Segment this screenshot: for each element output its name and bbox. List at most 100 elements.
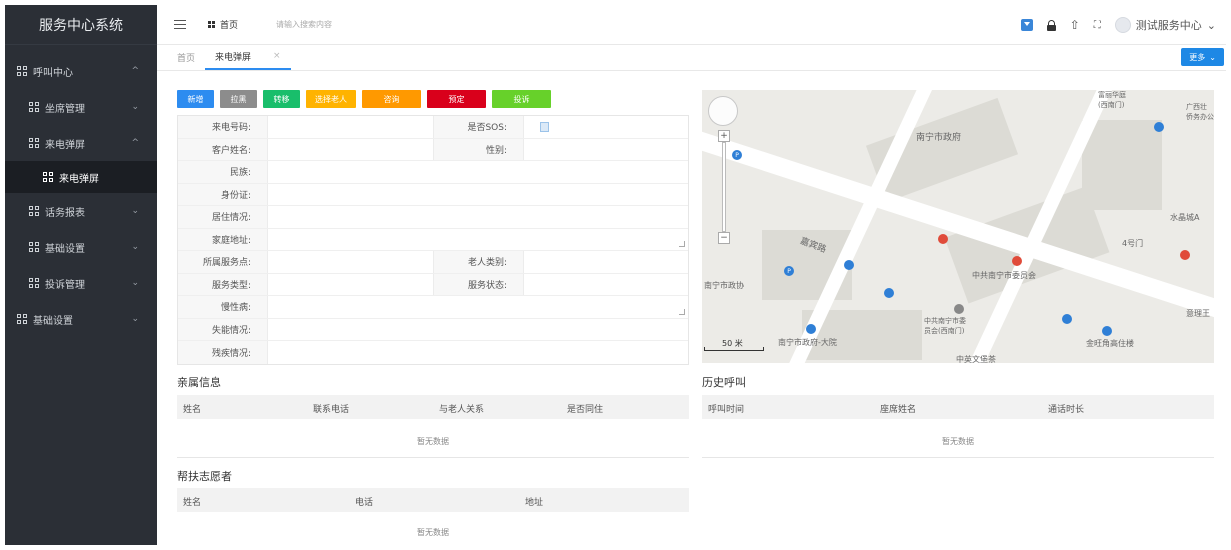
chevron-down-icon: ⌄ (131, 102, 139, 112)
consult-button[interactable]: 咨询 (362, 90, 421, 108)
id-card-label: 身份证: (178, 183, 268, 205)
user-name: 测试服务中心 (1135, 19, 1202, 32)
zoom-out-icon[interactable]: − (718, 232, 730, 244)
ethnicity-field[interactable] (268, 161, 688, 183)
relatives-title: 亲属信息 (177, 376, 221, 389)
sidebar-item-basic-settings-top[interactable]: 基础设置 ⌄ (5, 301, 157, 337)
poi-marker-icon[interactable] (954, 304, 964, 314)
add-button[interactable]: 新增 (177, 90, 214, 108)
parking-icon[interactable]: P (732, 150, 742, 160)
map-label: 富丽华庭 (西南门) (1098, 91, 1126, 109)
complaint-button[interactable]: 投诉 (492, 90, 551, 108)
blacklist-button[interactable]: 拉黑 (220, 90, 257, 108)
service-point-field[interactable] (268, 251, 434, 273)
volunteers-title: 帮扶志愿者 (177, 470, 232, 483)
bus-icon[interactable] (1154, 122, 1164, 132)
handicap-field[interactable] (268, 341, 688, 364)
bus-icon[interactable] (844, 260, 854, 270)
map-label: 水晶城A (1170, 213, 1200, 222)
sidebar-item-seat-management[interactable]: 坐席管理 ⌄ (5, 89, 157, 125)
form-row: 家庭地址: (178, 228, 688, 251)
grid-icon (17, 66, 27, 76)
grid-icon (208, 21, 215, 28)
sos-field[interactable] (524, 116, 688, 138)
transfer-button[interactable]: 转移 (263, 90, 300, 108)
chevron-down-icon: ⌄ (131, 206, 139, 216)
user-menu[interactable]: 测试服务中心 ⌄ (1114, 17, 1216, 33)
parking-icon[interactable]: P (784, 266, 794, 276)
map-view[interactable]: + − 南宁市政府 南宁市政协 嘉宾路 中共南宁市委员会 中共南宁市委 员会(西… (702, 90, 1214, 363)
select-elder-button[interactable]: 选择老人 (306, 90, 356, 108)
divider (177, 457, 689, 458)
action-toolbar: 新增 拉黑 转移 选择老人 咨询 预定 投诉 (177, 90, 551, 108)
tab-home[interactable]: 首页 (167, 44, 205, 70)
residence-field[interactable] (268, 206, 688, 228)
chevron-up-icon: ^ (131, 138, 139, 148)
sidebar-item-complaint-management[interactable]: 投诉管理 ⌄ (5, 265, 157, 301)
map-label: 中共南宁市委 员会(西南门) (924, 317, 966, 335)
map-label: 金旺角高住楼 (1086, 339, 1134, 348)
sidebar-item-basic-settings[interactable]: 基础设置 ⌄ (5, 229, 157, 265)
page-tabs: 首页 来电弹屏 × 更多 ⌄ (157, 45, 1226, 71)
document-icon[interactable] (540, 122, 549, 132)
service-status-field[interactable] (524, 274, 688, 296)
sidebar-item-label: 基础设置 (33, 315, 73, 327)
resize-handle-icon[interactable] (679, 308, 685, 315)
sos-label: 是否SOS: (434, 116, 524, 138)
chevron-down-icon: ⌄ (1209, 52, 1216, 62)
column-header: 联系电话 (313, 405, 350, 415)
sidebar-item-incoming-popup-page[interactable]: 来电弹屏 (5, 161, 157, 193)
disability-field[interactable] (268, 319, 688, 341)
avatar (1114, 17, 1131, 33)
sidebar-item-incoming-popup[interactable]: 来电弹屏 ^ (5, 125, 157, 161)
poi-marker-icon[interactable] (1180, 250, 1190, 260)
column-header: 电话 (355, 498, 374, 508)
volunteers-table-header: 姓名 电话 地址 (177, 488, 689, 512)
bus-icon[interactable] (1062, 314, 1072, 324)
search-input[interactable]: 请输入搜索内容 (276, 19, 332, 30)
lock-icon[interactable] (1046, 19, 1056, 31)
tab-incoming-popup[interactable]: 来电弹屏 × (205, 44, 291, 70)
breadcrumb-home-label: 首页 (220, 21, 239, 31)
fullscreen-icon[interactable]: ⛶ (1094, 20, 1101, 31)
chevron-down-icon: ⌄ (1206, 18, 1216, 32)
history-title: 历史呼叫 (702, 376, 746, 389)
sidebar-item-call-reports[interactable]: 话务报表 ⌄ (5, 193, 157, 229)
map-zoom-control[interactable]: + − (718, 130, 730, 244)
tab-label: 来电弹屏 (215, 52, 252, 63)
map-compass-icon[interactable] (708, 96, 738, 126)
resize-handle-icon[interactable] (679, 241, 685, 247)
customer-name-field[interactable] (268, 138, 434, 160)
zoom-slider[interactable] (722, 142, 726, 232)
shirt-icon[interactable]: ⇧ (1070, 18, 1080, 32)
service-type-field[interactable] (268, 273, 434, 295)
poi-marker-icon[interactable] (1012, 256, 1022, 266)
bus-icon[interactable] (1102, 326, 1112, 336)
menu-toggle-icon[interactable] (174, 20, 186, 29)
gender-label: 性别: (434, 138, 524, 160)
id-card-field[interactable] (268, 184, 688, 206)
elder-type-field[interactable] (524, 251, 688, 273)
reserve-button[interactable]: 预定 (427, 90, 486, 108)
caller-number-field[interactable] (268, 116, 434, 138)
gender-field[interactable] (524, 139, 688, 161)
divider (702, 457, 1214, 458)
breadcrumb-home[interactable]: 首页 (208, 18, 238, 31)
more-button[interactable]: 更多 ⌄ (1181, 48, 1224, 66)
chronic-disease-textarea[interactable] (268, 296, 688, 318)
volunteers-empty-text: 暂无数据 (417, 528, 449, 537)
map-label: 南宁市政府-大院 (778, 338, 837, 347)
poi-marker-icon[interactable] (938, 234, 948, 244)
home-address-textarea[interactable] (268, 229, 688, 251)
form-row: 所属服务点: 老人类别: (178, 251, 688, 274)
dropdown-icon[interactable] (1020, 19, 1033, 31)
bus-icon[interactable] (884, 288, 894, 298)
bus-icon[interactable] (806, 324, 816, 334)
sidebar-item-call-center[interactable]: 呼叫中心 ^ (5, 53, 157, 89)
zoom-in-icon[interactable]: + (718, 130, 730, 142)
close-icon[interactable]: × (273, 51, 281, 61)
chronic-disease-label: 慢性病: (178, 296, 268, 318)
grid-icon (17, 314, 27, 324)
caller-number-label: 来电号码: (178, 116, 268, 138)
column-header: 座席姓名 (880, 405, 917, 415)
